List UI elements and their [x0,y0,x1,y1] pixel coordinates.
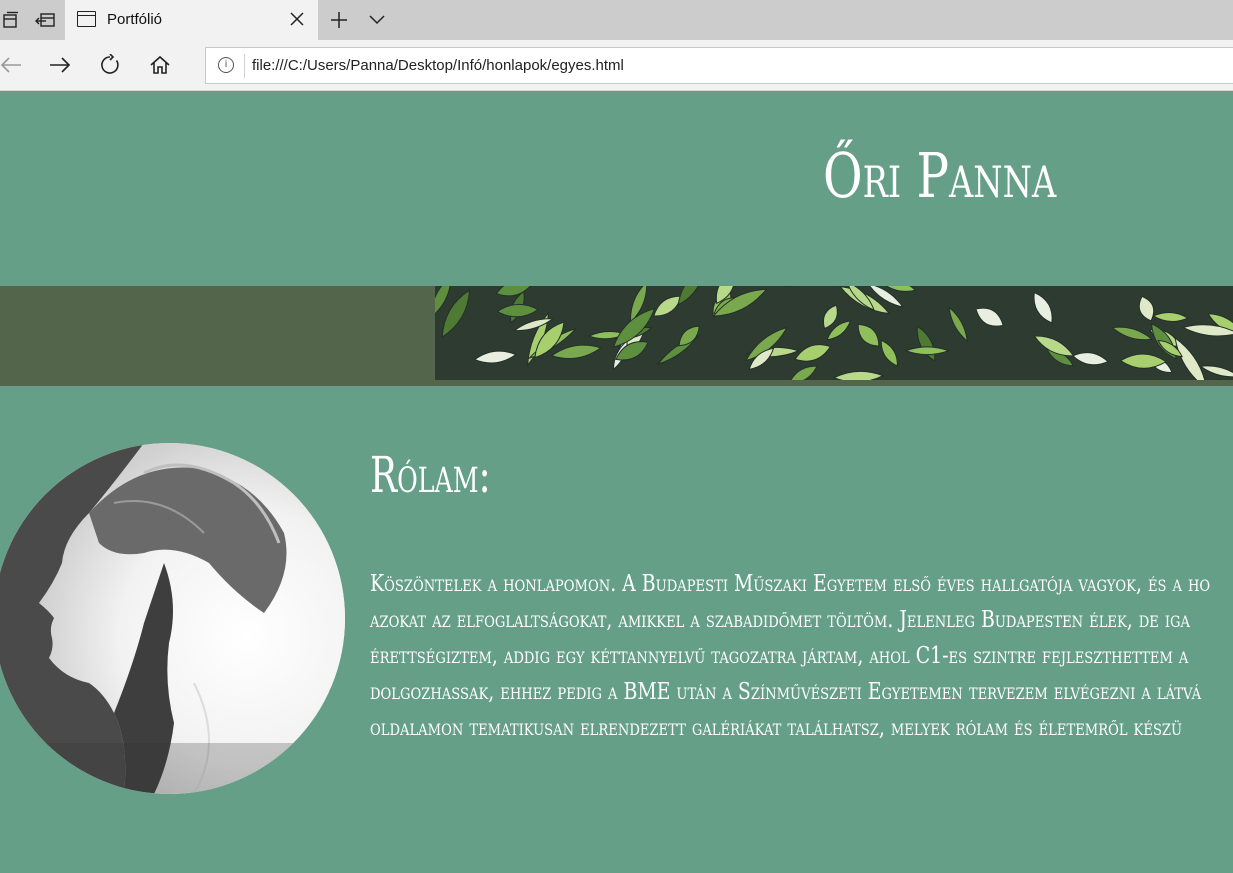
about-line: oldalamon tematikusan elrendezett galéri… [370,715,1183,741]
back-arrow-icon[interactable] [0,48,28,82]
home-icon[interactable] [143,48,177,82]
web-page: Őri Panna Rólam: Köszöntelek a honlapomo… [0,91,1233,873]
tab-portfolio[interactable]: Portfólió [65,0,318,40]
about-line: Köszöntelek a honlapomon. A Budapesti Mű… [370,571,1211,597]
address-toolbar: i file:///C:/Users/Panna/Desktop/Infó/ho… [0,40,1233,91]
tab-page-icon [77,11,96,27]
profile-photo [0,443,345,794]
about-heading: Rólam: [370,446,491,504]
url-separator [244,54,245,78]
leaf-banner-image [435,286,1233,380]
about-line: dolgozhassak, ehhez pedig a BME után a S… [370,679,1202,705]
tab-list-icon[interactable] [0,0,22,40]
about-line: azokat az elfoglaltságokat, amikkel a sz… [370,607,1191,633]
about-line: érettségiztem, addig egy kéttannyelvű ta… [370,643,1189,669]
set-aside-tabs-icon[interactable] [30,0,60,40]
refresh-icon[interactable] [93,48,127,82]
url-text[interactable]: file:///C:/Users/Panna/Desktop/Infó/honl… [252,57,624,74]
close-icon[interactable] [286,8,308,30]
address-field[interactable]: i file:///C:/Users/Panna/Desktop/Infó/ho… [205,47,1233,84]
new-tab-icon[interactable] [326,0,352,40]
tab-title: Portfólió [107,11,163,28]
chevron-down-icon[interactable] [366,0,388,40]
about-paragraph: Köszöntelek a honlapomon. A Budapesti Mű… [370,571,1233,751]
forward-arrow-icon[interactable] [43,48,77,82]
info-icon[interactable]: i [218,57,234,73]
tab-bar: Portfólió [0,0,1233,40]
site-title: Őri Panna [823,139,1057,212]
